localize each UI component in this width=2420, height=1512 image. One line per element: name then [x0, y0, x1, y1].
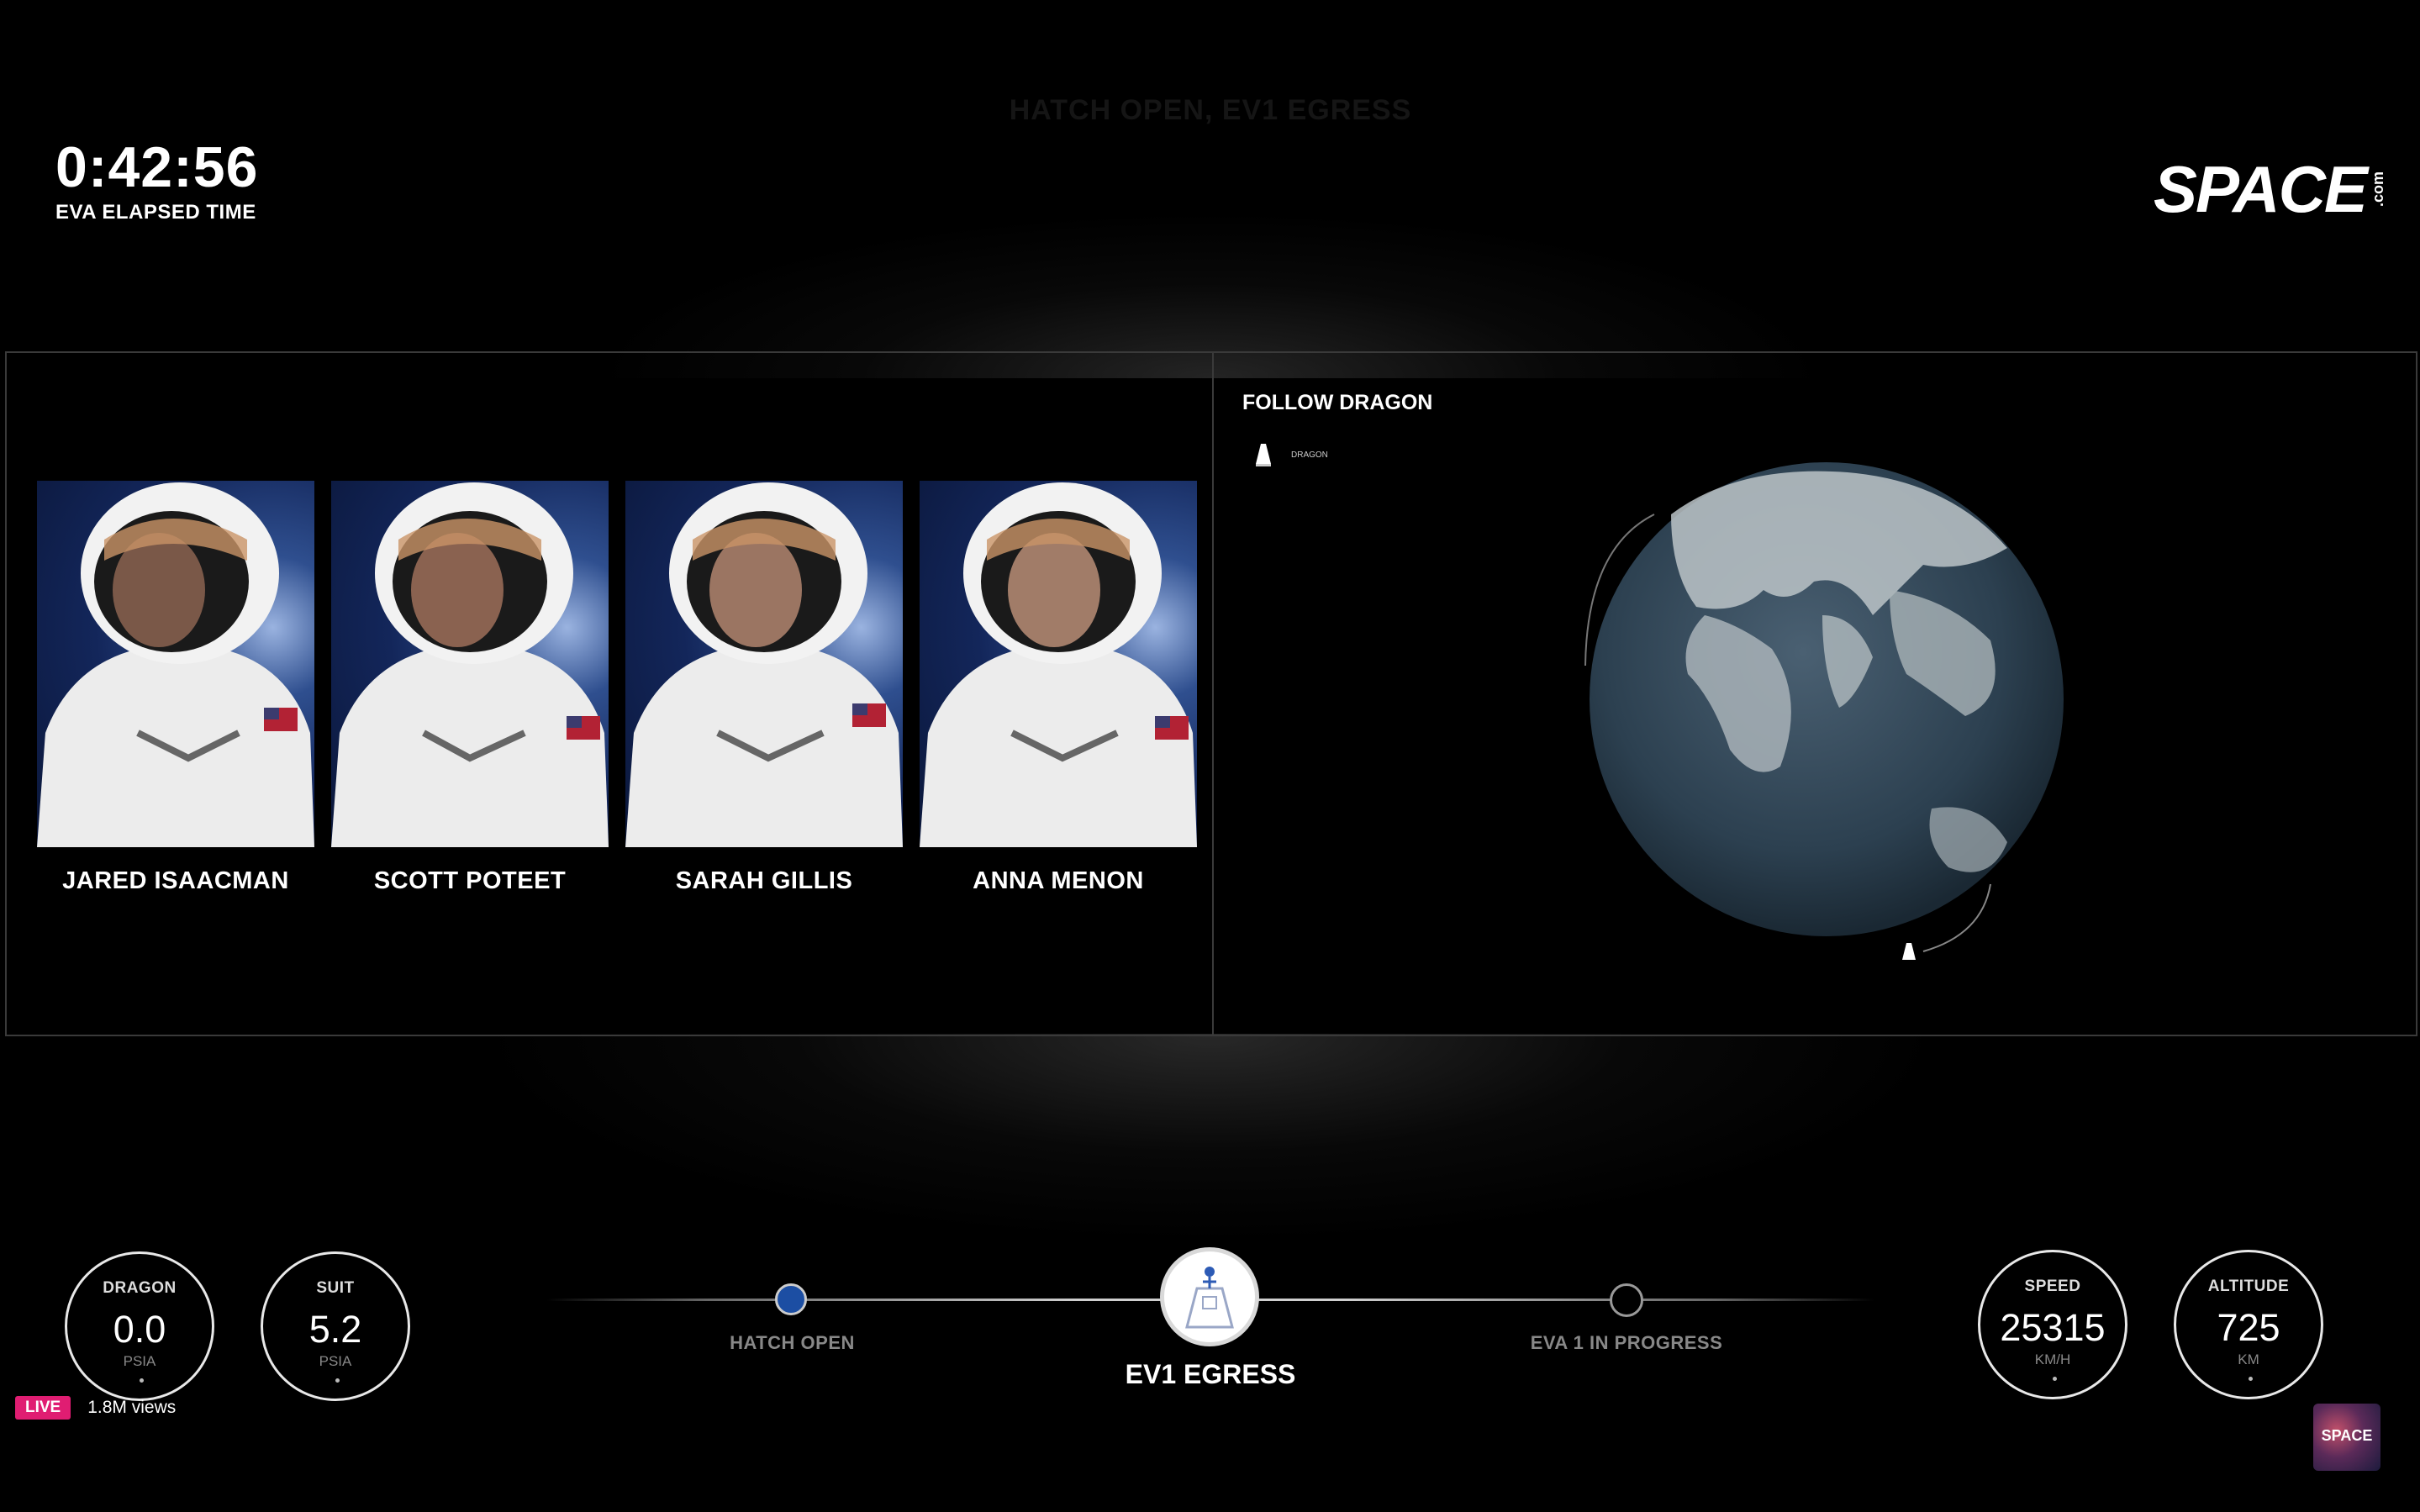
astronaut-portrait: [625, 481, 903, 847]
gauge-label: SPEED: [2024, 1278, 2081, 1295]
crew-card: SARAH GILLIS: [625, 481, 903, 895]
gauge-label: ALTITUDE: [2207, 1278, 2290, 1295]
timeline-node-current: [1160, 1247, 1259, 1346]
timeline-label-current: EV1 EGRESS: [1125, 1359, 1296, 1389]
faint-overlay-title: HATCH OPEN, EV1 EGRESS: [1009, 94, 1412, 126]
crew-name: SCOTT POTEET: [373, 867, 567, 894]
timeline-node-eva-progress: [1610, 1283, 1643, 1317]
legend-label: DRAGON: [1291, 450, 1328, 460]
capsule-egress-icon: [1185, 1267, 1234, 1329]
gauge-indicator: [335, 1378, 340, 1383]
gauge-indicator: [2249, 1377, 2253, 1381]
gauge-unit: KM: [2238, 1351, 2259, 1367]
live-indicator: LIVE 1.8M views: [15, 1396, 176, 1420]
panel-divider: [1212, 353, 1214, 1035]
gauge-value: 5.2: [308, 1308, 362, 1351]
astronaut-portrait: [37, 481, 314, 847]
crew-card: JARED ISAACMAN: [37, 481, 314, 895]
logo-suffix: .com: [2369, 171, 2386, 208]
watermark-label: SPACE: [2321, 1427, 2373, 1444]
dragon-pressure-gauge: DRAGON 0.0 PSIA: [65, 1251, 214, 1401]
gauge-label: DRAGON: [103, 1279, 177, 1297]
gauge-value: 725: [2217, 1306, 2280, 1349]
dragon-capsule-icon: [1256, 444, 1271, 466]
space-com-logo: SPACE .com: [2154, 151, 2387, 228]
crew-card: ANNA MENON: [920, 481, 1197, 895]
view-count: 1.8M views: [87, 1398, 177, 1417]
gauge-unit: PSIA: [319, 1353, 352, 1369]
main-panels: JARED ISAACMAN SCOTT POTEET SARAH GILLIS…: [5, 351, 2417, 1036]
crew-name: ANNA MENON: [973, 867, 1144, 894]
suit-pressure-gauge: SUIT 5.2 PSIA: [261, 1251, 410, 1401]
logo-word: SPACE: [2154, 152, 2368, 226]
altitude-gauge: ALTITUDE 725 KM: [2174, 1250, 2323, 1399]
speed-gauge: SPEED 25315 KM/H: [1978, 1250, 2127, 1399]
gauge-value: 25315: [2000, 1306, 2106, 1349]
channel-watermark[interactable]: SPACE: [2313, 1404, 2380, 1471]
elapsed-time-caption: EVA ELAPSED TIME: [55, 201, 256, 224]
gauge-unit: PSIA: [123, 1353, 156, 1369]
gauge-value: 0.0: [113, 1308, 166, 1351]
crew-name: JARED ISAACMAN: [62, 867, 289, 894]
gauge-indicator: [2053, 1377, 2057, 1381]
background-glow-bottom: [471, 1034, 1950, 1244]
live-badge: LIVE: [15, 1396, 71, 1420]
crew-card: SCOTT POTEET: [331, 481, 609, 895]
elapsed-time: 0:42:56: [55, 135, 259, 199]
timeline-label-next: EVA 1 IN PROGRESS: [1530, 1332, 1723, 1353]
tracker-title: FOLLOW DRAGON: [1242, 391, 1433, 414]
astronaut-portrait: [920, 481, 1197, 847]
timeline-node-hatch-open: [775, 1283, 807, 1315]
eva-clock: 0:42:56 EVA ELAPSED TIME: [55, 139, 258, 224]
timeline-label-previous: HATCH OPEN: [730, 1332, 855, 1353]
tracker-legend: DRAGON: [1254, 442, 1328, 467]
crew-name: SARAH GILLIS: [675, 867, 853, 894]
gauge-unit: KM/H: [2034, 1351, 2071, 1367]
earth-globe: [1570, 447, 2091, 972]
gauge-label: SUIT: [316, 1279, 355, 1297]
crew-gallery: JARED ISAACMAN SCOTT POTEET SARAH GILLIS…: [37, 481, 1197, 895]
astronaut-portrait: [331, 481, 609, 847]
gauge-indicator: [140, 1378, 144, 1383]
